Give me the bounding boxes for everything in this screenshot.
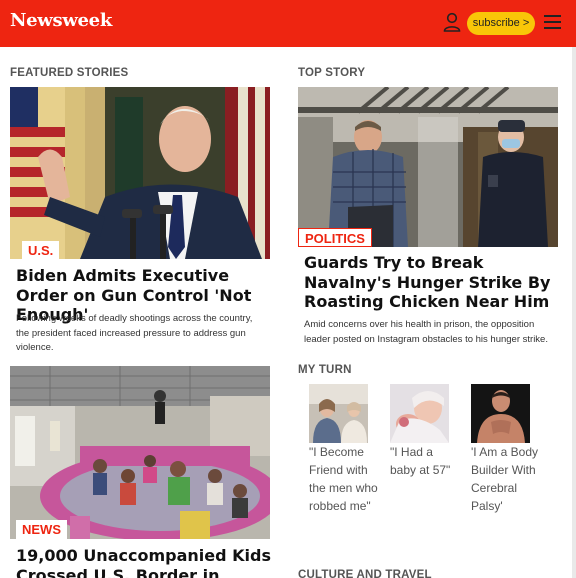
culture-and-travel-label: CULTURE AND TRAVEL bbox=[298, 569, 432, 578]
featured-stories-label: FEATURED STORIES bbox=[10, 67, 129, 79]
my-turn-label: MY TURN bbox=[298, 364, 352, 376]
my-turn-thumbnail[interactable] bbox=[390, 384, 449, 443]
site-header: Newsweek subscribe > bbox=[0, 0, 576, 47]
category-tag[interactable]: POLITICS bbox=[298, 228, 372, 247]
my-turn-thumbnail[interactable] bbox=[471, 384, 530, 443]
top-story-label: TOP STORY bbox=[298, 67, 366, 79]
my-turn-thumbnail[interactable] bbox=[309, 384, 368, 443]
account-icon[interactable] bbox=[443, 12, 461, 32]
top-story-headline[interactable]: Guards Try to Break Navalny's Hunger Str… bbox=[304, 253, 564, 312]
top-story-summary: Amid concerns over his health in prison,… bbox=[304, 319, 548, 345]
my-turn-title[interactable]: "I Become Friend with the men who robbed… bbox=[309, 443, 379, 515]
subscribe-button[interactable]: subscribe > bbox=[467, 12, 535, 35]
navalny-story-image[interactable] bbox=[298, 87, 558, 247]
newsweek-logo[interactable]: Newsweek bbox=[10, 10, 112, 31]
scrollbar-track[interactable] bbox=[572, 47, 576, 578]
story-headline[interactable]: 19,000 Unaccompanied Kids Crossed U.S. B… bbox=[16, 546, 271, 578]
category-tag[interactable]: NEWS bbox=[16, 520, 67, 539]
story-summary: Following weeks of deadly shootings acro… bbox=[16, 313, 253, 354]
detention-facility-image[interactable] bbox=[10, 366, 270, 539]
hamburger-menu-icon[interactable] bbox=[544, 15, 561, 30]
my-turn-title[interactable]: 'I Am a Body Builder With Cerebral Palsy… bbox=[471, 443, 541, 515]
biden-story-image[interactable] bbox=[10, 87, 270, 259]
category-tag[interactable]: U.S. bbox=[22, 241, 60, 260]
my-turn-title[interactable]: "I Had a baby at 57" bbox=[390, 443, 460, 479]
